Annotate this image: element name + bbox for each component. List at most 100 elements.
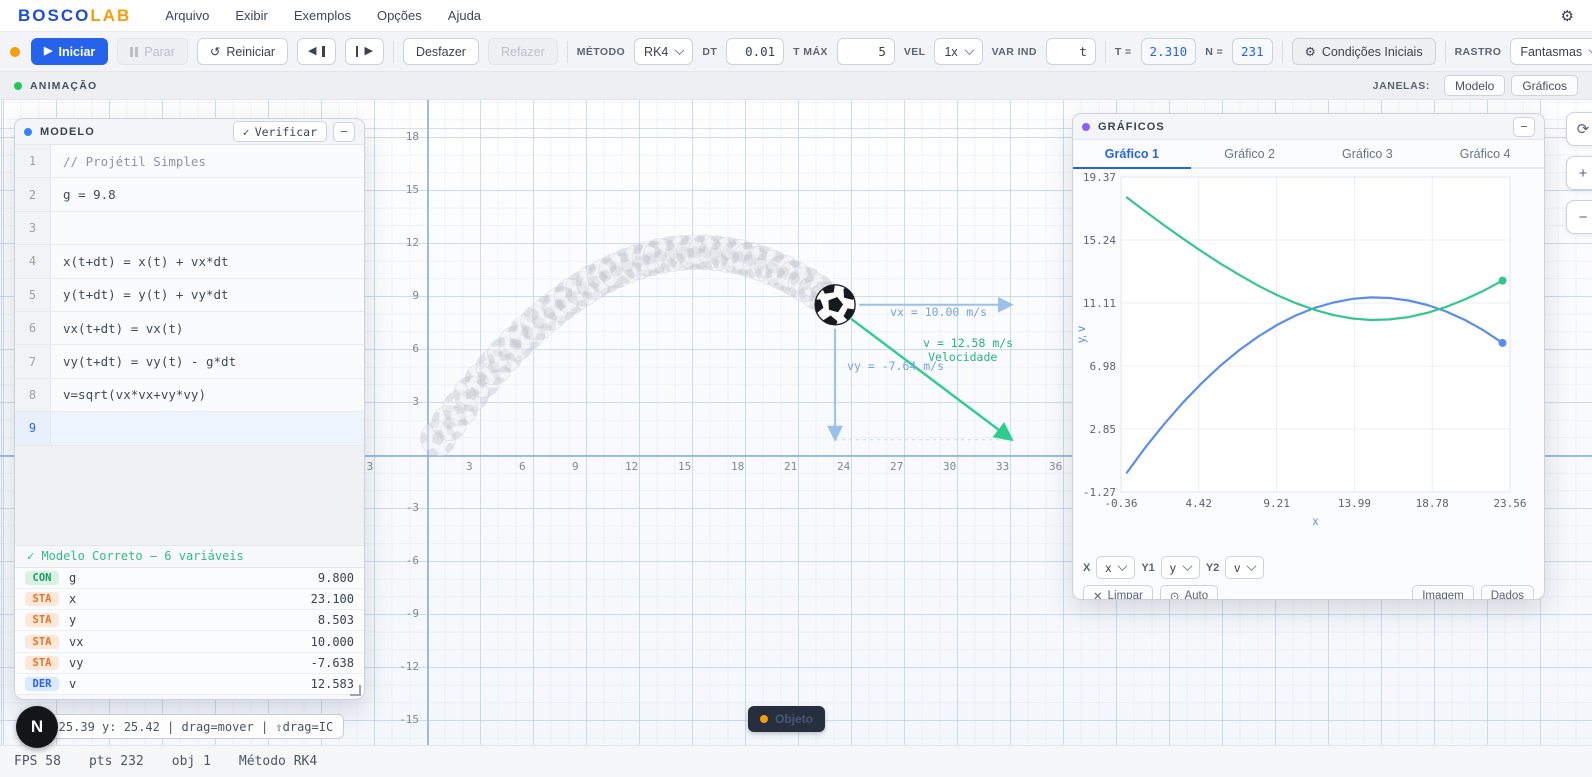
graficos-minimize-button[interactable]: − (1513, 117, 1535, 137)
janelas-button-modelo[interactable]: Modelo (1444, 75, 1505, 96)
code-line-2[interactable]: 2g = 9.8 (15, 178, 364, 211)
code-line-3[interactable]: 3 (15, 212, 364, 245)
varind-label: VAR IND (992, 46, 1037, 58)
chart-plot: -0.364.429.2113.9918.7823.5619.3715.2411… (1073, 169, 1544, 552)
janelas-button-graficos[interactable]: Gráficos (1511, 75, 1578, 96)
export-image-button[interactable]: Imagem (1412, 585, 1474, 600)
objeto-dot-icon (760, 715, 768, 723)
line-number: 7 (15, 345, 51, 377)
check-icon: ✓ (243, 125, 250, 139)
canvas-zoom-out-button[interactable]: − (1566, 200, 1592, 234)
variable-value: 23.100 (311, 592, 354, 606)
canvas-zoom-in-button[interactable]: + (1566, 156, 1592, 190)
start-button[interactable]: ▶Iniciar (31, 38, 108, 65)
method-select[interactable]: RK4 (634, 38, 693, 65)
reset-view-icon: ⟳ (1577, 120, 1590, 138)
code-editor[interactable]: 1// Projétil Simples2g = 9.834x(t+dt) = … (15, 145, 364, 446)
reset-button[interactable]: ↺Reiniciar (197, 38, 288, 65)
panel-resize-handle[interactable] (350, 685, 361, 696)
vel-label: VEL (904, 46, 926, 58)
tmax-input[interactable] (837, 38, 895, 65)
export-data-button[interactable]: Dados (1481, 585, 1534, 600)
menu-item-ajuda[interactable]: Ajuda (448, 8, 481, 23)
code-line-9[interactable]: 9 (15, 412, 364, 445)
variable-name: x (69, 592, 311, 606)
code-line-4[interactable]: 4x(t+dt) = x(t) + vx*dt (15, 245, 364, 278)
menu-item-arquivo[interactable]: Arquivo (165, 8, 209, 23)
chart-x-select[interactable]: x (1096, 556, 1135, 579)
vel-select[interactable]: 1x (934, 38, 982, 65)
chevron-down-icon (1118, 561, 1128, 571)
variable-name: vy (69, 656, 311, 670)
janelas-label: JANELAS: (1373, 80, 1430, 92)
step-back-button[interactable]: ◀ (297, 38, 336, 65)
velocity-vector-label: v = 12.58 m/s (923, 336, 1013, 350)
plus-icon: + (1579, 165, 1588, 182)
code-line-8[interactable]: 8v=sqrt(vx*vx+vy*vy) (15, 379, 364, 412)
cursor-badge: N (16, 706, 58, 748)
variable-value: 12.583 (311, 677, 354, 691)
variable-row-vy: STA vy-7.638 (15, 653, 364, 674)
code-line-5[interactable]: 5y(t+dt) = y(t) + vy*dt (15, 279, 364, 312)
objeto-pill-button[interactable]: Objeto (748, 706, 825, 732)
chart-xlabel: x (1313, 516, 1319, 528)
status-fps: FPS 58 (14, 754, 61, 769)
verify-button[interactable]: ✓Verificar (233, 121, 327, 142)
variable-row-vx: STAvx10.000 (15, 631, 364, 652)
variable-name: g (69, 571, 318, 585)
undo-button[interactable]: Desfazer (403, 38, 479, 65)
code-text: // Projétil Simples (51, 145, 206, 177)
modelo-dot-icon (24, 128, 32, 136)
code-line-6[interactable]: 6vx(t+dt) = vx(t) (15, 312, 364, 345)
graficos-panel-header[interactable]: GRÁFICOS − (1073, 114, 1544, 140)
step-forward-button[interactable]: ▶ (345, 38, 384, 65)
chart-y-tick: 2.85 (1090, 423, 1117, 436)
clear-chart-button[interactable]: ✕Limpar (1083, 585, 1153, 600)
line-number: 8 (15, 379, 51, 411)
dt-input[interactable] (726, 38, 784, 65)
tab-grafico-2[interactable]: Gráfico 2 (1191, 140, 1309, 167)
variable-kind-badge: STA (25, 656, 59, 670)
initial-conditions-button[interactable]: ⚙Condições Iniciais (1292, 38, 1436, 65)
chart-ylabel: y, v (1076, 326, 1088, 343)
auto-scale-button[interactable]: ⊙Auto (1160, 585, 1218, 600)
menu-item-exemplos[interactable]: Exemplos (294, 8, 351, 23)
varind-input[interactable] (1046, 38, 1096, 65)
chart-plot-area (1121, 177, 1510, 492)
settings-gear-icon[interactable]: ⚙ (1561, 7, 1574, 25)
variable-name: v (69, 677, 311, 691)
n-value: 231 (1232, 38, 1273, 65)
rastro-select[interactable]: Fantasmas (1510, 38, 1592, 65)
variables-table: CONg9.800STAx23.100STAy8.503STAvx10.000S… (15, 568, 364, 696)
code-editor-empty-space[interactable] (15, 446, 364, 546)
status-pts: pts 232 (89, 754, 144, 769)
status-metodo: Método RK4 (239, 754, 317, 769)
line-number: 2 (15, 178, 51, 210)
chart-x-tick: 9.21 (1263, 497, 1290, 510)
modelo-title: MODELO (40, 126, 95, 138)
canvas-reset-view-button[interactable]: ⟳ (1566, 112, 1592, 146)
tab-grafico-3[interactable]: Gráfico 3 (1309, 140, 1427, 167)
code-text (51, 412, 63, 444)
modelo-minimize-button[interactable]: − (333, 122, 355, 142)
code-line-7[interactable]: 7vy(t+dt) = vy(t) - g*dt (15, 345, 364, 378)
step-back-icon: ◀ (308, 46, 316, 57)
chart-y-tick: 11.11 (1083, 297, 1116, 310)
tab-grafico-1[interactable]: Gráfico 1 (1073, 140, 1191, 167)
variable-value: 9.800 (318, 571, 354, 585)
status-bar: FPS 58pts 232obj 1Método RK4 (0, 745, 1592, 777)
chart-y1-select[interactable]: y (1161, 556, 1200, 579)
menubar: BOSCOLAB ArquivoExibirExemplosOpçõesAjud… (0, 0, 1592, 32)
menu-item-opcoes[interactable]: Opções (377, 8, 422, 23)
modelo-panel-header[interactable]: MODELO ✓Verificar − (15, 119, 364, 145)
tab-grafico-4[interactable]: Gráfico 4 (1426, 140, 1544, 167)
chart-y2-select[interactable]: v (1225, 556, 1264, 579)
graficos-dot-icon (1082, 123, 1090, 131)
variable-value: -7.638 (311, 656, 354, 670)
redo-button[interactable]: Refazer (488, 38, 558, 65)
vx-vector-label: vx = 10.00 m/s (890, 305, 987, 319)
code-line-1[interactable]: 1// Projétil Simples (15, 145, 364, 178)
menu-item-exibir[interactable]: Exibir (235, 8, 268, 23)
stop-button[interactable]: Parar (117, 38, 188, 65)
line-number: 3 (15, 212, 51, 244)
